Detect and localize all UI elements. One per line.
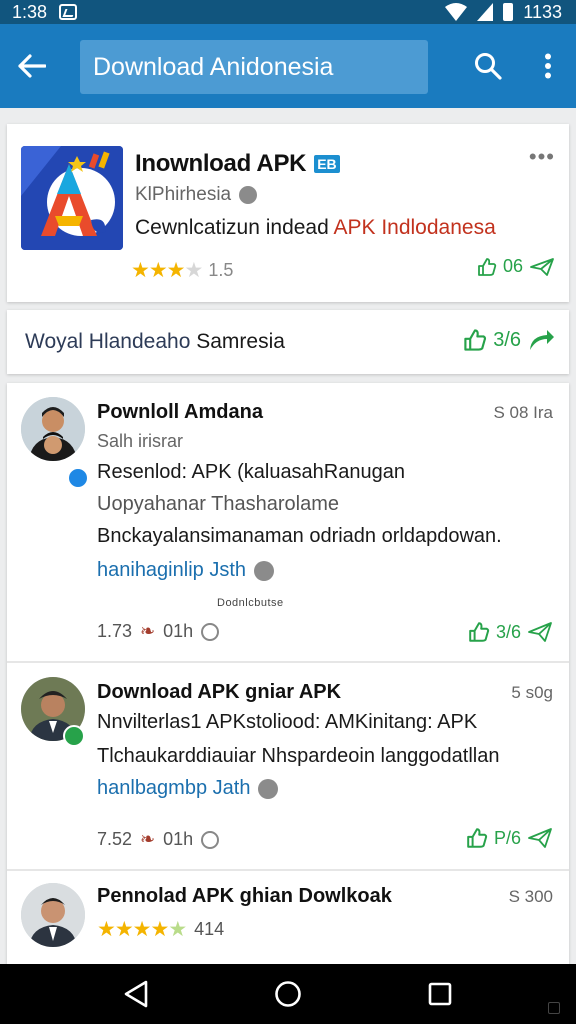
notification-icon	[59, 4, 78, 20]
navigation-bar	[0, 964, 576, 1024]
post-caption: Dodnlcbutse	[217, 597, 284, 609]
share-arrow-icon[interactable]	[527, 328, 555, 352]
star-rating-icon: ★★★★	[131, 259, 203, 282]
status-clock: 1133	[523, 1, 562, 22]
post-text-line: Bnckayalansimanaman odriadn orldapdowan.	[97, 525, 502, 547]
battery-icon	[503, 3, 514, 21]
stat-value: 1.73	[97, 621, 133, 641]
thumbs-up-icon[interactable]	[466, 827, 488, 849]
post-time: S 300	[508, 887, 553, 906]
status-bar: 1:38 1133	[0, 0, 576, 24]
post-text-line: Tlchaukarddiauiar Nhspardeoin langgodatl…	[97, 745, 500, 767]
search-icon	[475, 53, 502, 80]
app-description-text: Cewnlcatizun indead	[135, 216, 334, 239]
stat-value-2: 01h	[163, 621, 194, 641]
post-stats: 7.52 ❧ 01h	[97, 829, 220, 850]
settings-icon[interactable]	[201, 830, 220, 849]
app-actions: 06	[477, 256, 555, 277]
watermark-icon	[548, 1002, 560, 1014]
verified-icon	[254, 560, 274, 581]
status-time: 1:38	[12, 1, 48, 22]
action-count: 06	[502, 256, 523, 276]
app-description-highlight: APK Indlodanesa	[333, 216, 496, 239]
wifi-icon	[445, 3, 468, 21]
post-subtitle: Salh irisrar	[97, 431, 184, 451]
publisher: KlPhirhesia	[135, 184, 258, 206]
thumbs-up-icon[interactable]	[477, 257, 497, 277]
verified-badge-icon	[67, 467, 89, 489]
post-stats: 1.73 ❧ 01h	[97, 621, 220, 642]
back-arrow-icon	[18, 54, 46, 78]
avatar	[21, 397, 85, 461]
nav-recents-button[interactable]	[410, 964, 470, 1024]
post-actions: P/6	[466, 827, 553, 849]
verified-icon	[239, 186, 258, 204]
app-title-row: Inownload APK EB	[135, 150, 340, 178]
back-button[interactable]	[0, 24, 64, 108]
feed-post[interactable]: Pennolad APK ghian Dowlkoak S 300 ★★★★★ …	[7, 871, 569, 965]
post-count: P/6	[493, 827, 521, 848]
app-title: Inownload APK	[135, 150, 307, 177]
post-text-line: Nnvilterlas1 APKstoliood: AMKinitang: AP…	[97, 711, 478, 733]
app-description: Cewnlcatizun indead APK Indlodanesa	[135, 216, 496, 240]
post-time: S 08 Ira	[493, 403, 553, 422]
more-vert-icon	[545, 53, 551, 79]
nav-home-button[interactable]	[258, 964, 318, 1024]
overflow-menu-button[interactable]	[528, 46, 568, 86]
post-actions: 3/6	[468, 621, 553, 643]
post-link[interactable]: hanihaginlip Jsth	[97, 559, 274, 582]
feed-post[interactable]: Pownloll Amdana S 08 Ira Salh irisrar Re…	[7, 383, 569, 661]
star-rating-icon: ★★★★★	[97, 918, 187, 941]
post-count: 3/6	[495, 621, 521, 642]
rating-row: ★★★★ 1.5	[131, 258, 233, 283]
promo-text-b: Samresia	[196, 330, 285, 353]
post-author[interactable]: Pennolad APK ghian Dowlkoak	[97, 885, 392, 908]
post-link[interactable]: hanlbagmbp Jath	[97, 777, 279, 800]
stat-value: 7.52	[97, 829, 133, 849]
post-text-line: Uopyahanar Thasharolame	[97, 493, 340, 515]
rating-value: 1.5	[208, 260, 234, 280]
post-text-line: Resenlod: APK (kaluasahRanugan	[97, 461, 405, 483]
heart-icon[interactable]: ❧	[140, 829, 155, 850]
rating-value: 414	[194, 919, 225, 939]
feed-list: Pownloll Amdana S 08 Ira Salh irisrar Re…	[7, 383, 569, 965]
post-link-text[interactable]: hanlbagmbp Jath	[97, 777, 250, 800]
post-time: 5 s0g	[511, 683, 553, 702]
nav-back-icon	[124, 980, 148, 1008]
search-button[interactable]	[468, 46, 508, 86]
verified-badge-icon	[63, 725, 85, 747]
send-icon[interactable]	[527, 827, 553, 849]
post-rating: ★★★★★ 414	[97, 917, 224, 942]
search-input[interactable]: Download Anidonesia	[80, 40, 428, 94]
nav-back-button[interactable]	[106, 964, 166, 1024]
nav-home-icon	[275, 981, 301, 1007]
nav-recents-icon	[428, 982, 452, 1006]
card-menu-button[interactable]: •••	[529, 144, 555, 170]
app-bar: Download Anidonesia	[0, 24, 576, 108]
app-logo	[21, 146, 123, 250]
post-link-text[interactable]: hanihaginlip Jsth	[97, 559, 246, 582]
thumbs-up-icon[interactable]	[468, 621, 490, 643]
promo-count: 3/6	[493, 328, 521, 351]
publisher-name: KlPhirhesia	[135, 184, 232, 205]
promo-card[interactable]: Woyal Hlandeaho Samresia 3/6	[7, 310, 569, 374]
promo-text: Woyal Hlandeaho Samresia	[25, 330, 285, 354]
promo-actions: 3/6	[463, 328, 555, 352]
thumbs-up-icon[interactable]	[463, 328, 487, 352]
app-badge: EB	[314, 155, 340, 173]
feed-post[interactable]: Download APK gniar APK 5 s0g Nnvilterlas…	[7, 663, 569, 869]
cell-signal-icon	[477, 3, 494, 21]
heart-icon[interactable]: ❧	[140, 621, 155, 642]
post-author[interactable]: Pownloll Amdana	[97, 401, 263, 424]
verified-icon	[258, 778, 279, 799]
app-card[interactable]: Inownload APK EB ••• KlPhirhesia Cewnlca…	[7, 124, 569, 302]
post-author[interactable]: Download APK gniar APK	[97, 681, 341, 704]
send-icon[interactable]	[527, 621, 553, 643]
settings-icon[interactable]	[201, 622, 220, 641]
avatar	[21, 883, 85, 947]
stat-value-2: 01h	[163, 829, 194, 849]
promo-text-a: Woyal Hlandeaho	[25, 330, 197, 353]
share-icon[interactable]	[529, 257, 555, 277]
